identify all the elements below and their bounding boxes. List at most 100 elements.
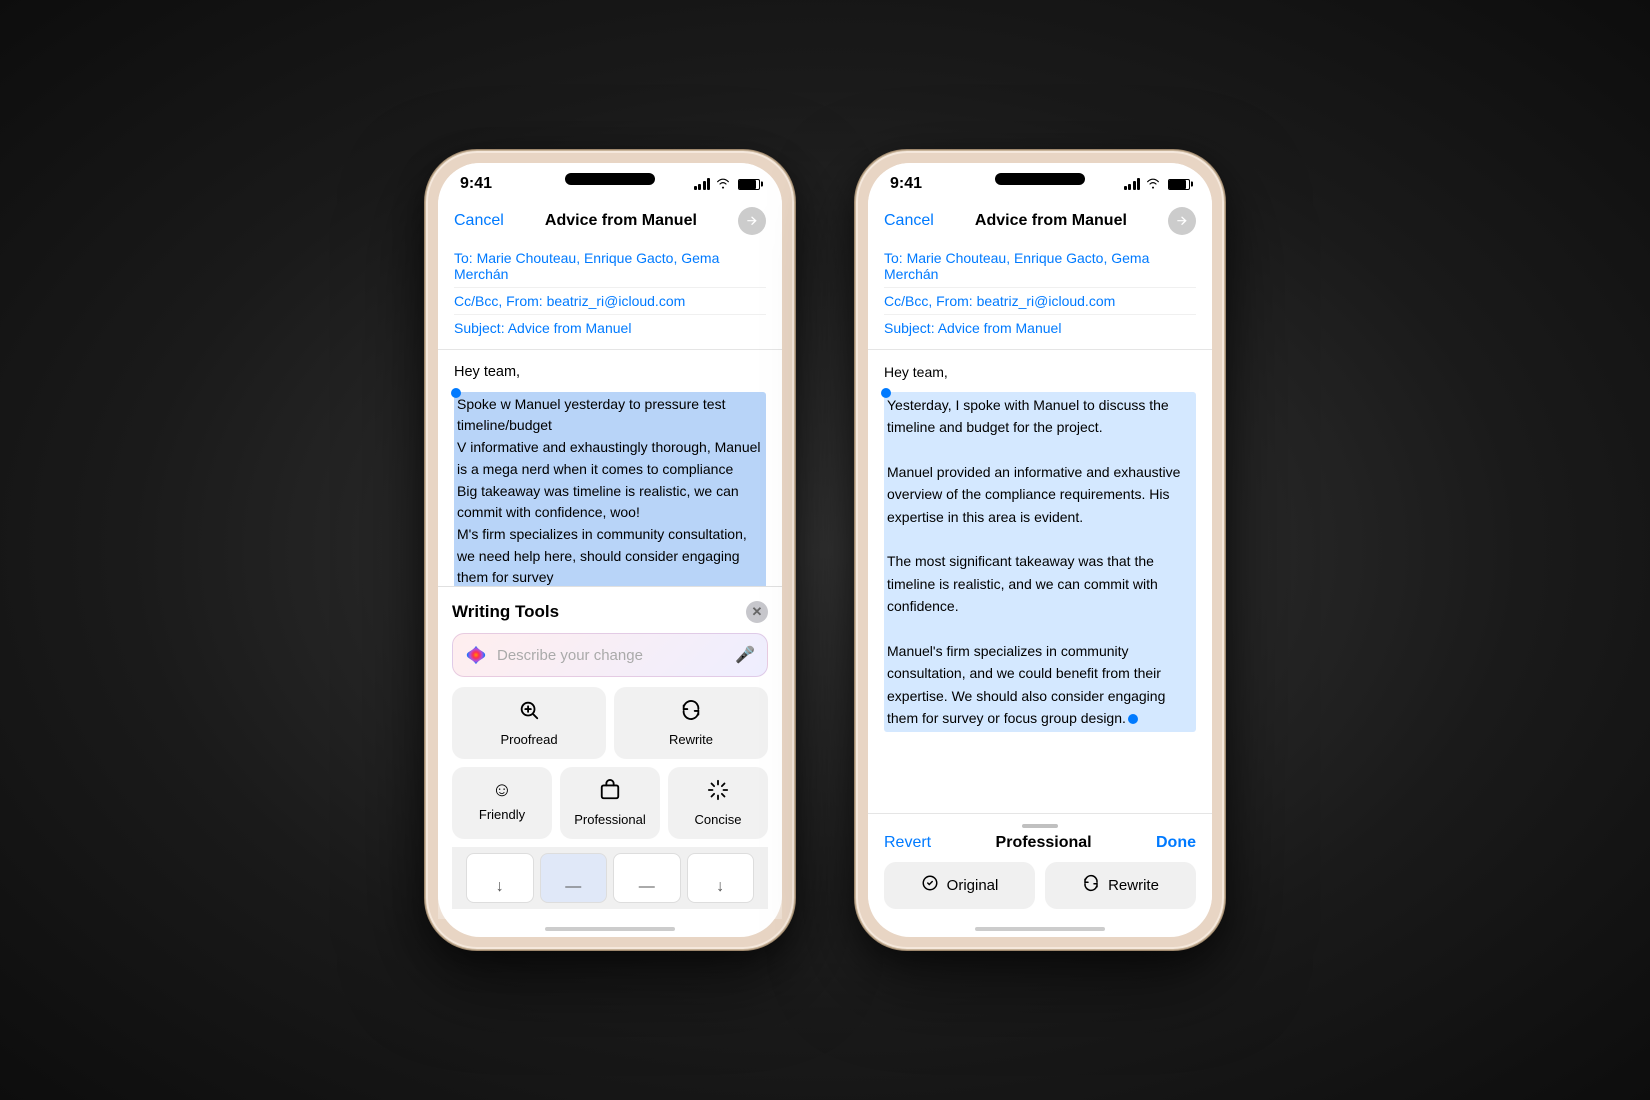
cc-field-1: Cc/Bcc, From: beatriz_ri@icloud.com <box>454 288 766 315</box>
status-icons-2 <box>1124 177 1191 192</box>
mail-title-1: Advice from Manuel <box>545 212 697 230</box>
cancel-button-1[interactable]: Cancel <box>454 212 504 230</box>
original-icon <box>921 874 939 897</box>
rewrite-option-label: Rewrite <box>1108 877 1159 894</box>
subject-value-2[interactable]: Advice from Manuel <box>938 320 1062 336</box>
dynamic-island-2 <box>995 173 1085 185</box>
friendly-label: Friendly <box>479 807 525 822</box>
selection-handle-start-2[interactable] <box>881 388 891 398</box>
subject-label-2: Subject: <box>884 320 935 336</box>
cc-label-1: Cc/Bcc, From: <box>454 293 543 309</box>
cc-value-2: beatriz_ri@icloud.com <box>977 293 1116 309</box>
writing-tools-panel: Writing Tools ✕ <box>438 586 782 919</box>
subject-label-1: Subject: <box>454 320 505 336</box>
battery-icon-1 <box>738 179 760 190</box>
selected-text-1[interactable]: Spoke w Manuel yesterday to pressure tes… <box>454 392 766 586</box>
mail-title-2: Advice from Manuel <box>975 212 1127 230</box>
to-label-1: To: <box>454 250 473 266</box>
status-time-2: 9:41 <box>890 175 922 193</box>
rewritten-text[interactable]: Yesterday, I spoke with Manuel to discus… <box>884 392 1196 732</box>
writing-tools-header: Writing Tools ✕ <box>452 601 768 623</box>
battery-icon-2 <box>1168 179 1190 190</box>
to-recipients-2[interactable]: Marie Chouteau, Enrique Gacto, Gema Merc… <box>884 250 1149 282</box>
revert-button[interactable]: Revert <box>884 834 931 852</box>
status-icons-1 <box>694 177 761 192</box>
mail-header-1: Cancel Advice from Manuel To: Marie Chou… <box>438 199 782 350</box>
thumbnail-1[interactable]: ↓ <box>466 853 534 903</box>
done-button[interactable]: Done <box>1156 834 1196 852</box>
subject-field-1: Subject: Advice from Manuel <box>454 315 766 341</box>
greeting-1: Hey team, <box>454 362 766 384</box>
cc-field-2: Cc/Bcc, From: beatriz_ri@icloud.com <box>884 288 1196 315</box>
home-indicator-2 <box>975 927 1105 931</box>
professional-icon <box>599 779 621 807</box>
mic-icon[interactable]: 🎤 <box>735 645 755 665</box>
original-label: Original <box>947 877 999 894</box>
selected-area-1: Spoke w Manuel yesterday to pressure tes… <box>454 392 766 586</box>
status-time-1: 9:41 <box>460 175 492 193</box>
mail-body-2[interactable]: Hey team, Yesterday, I spoke with Manuel… <box>868 350 1212 813</box>
tools-row-1: Proofread Rewrite <box>452 687 768 759</box>
cc-value-1: beatriz_ri@icloud.com <box>547 293 686 309</box>
friendly-icon: ☺ <box>492 779 512 802</box>
to-field-2: To: Marie Chouteau, Enrique Gacto, Gema … <box>884 245 1196 288</box>
thumbnail-2[interactable]: — <box>540 853 608 903</box>
original-option-button[interactable]: Original <box>884 862 1035 909</box>
to-label-2: To: <box>884 250 903 266</box>
status-bar-2: 9:41 <box>868 163 1212 199</box>
cancel-button-2[interactable]: Cancel <box>884 212 934 230</box>
thumbnail-3[interactable]: — <box>613 853 681 903</box>
dynamic-island-1 <box>565 173 655 185</box>
describe-input-container[interactable]: Describe your change 🎤 <box>452 633 768 677</box>
subject-value-1[interactable]: Advice from Manuel <box>508 320 632 336</box>
phone-1: 9:41 <box>425 150 795 950</box>
professional-label: Professional <box>574 812 646 827</box>
mode-title: Professional <box>996 834 1092 852</box>
wifi-icon-2 <box>1145 177 1161 192</box>
signal-icon-2 <box>1124 178 1141 190</box>
bottom-thumbnails: ↓ — — ↓ <box>452 847 768 909</box>
thumbnail-4[interactable]: ↓ <box>687 853 755 903</box>
rewrite-footer: Revert Professional Done Original <box>868 813 1212 919</box>
mail-nav-1: Cancel Advice from Manuel <box>454 207 766 235</box>
selection-handle-start-1[interactable] <box>451 388 461 398</box>
concise-label: Concise <box>695 812 742 827</box>
greeting-2: Hey team, <box>884 362 1196 384</box>
proofread-button[interactable]: Proofread <box>452 687 606 759</box>
rewrite-icon <box>680 699 702 727</box>
phone-1-screen: 9:41 <box>438 163 782 937</box>
wifi-icon-1 <box>715 177 731 192</box>
to-recipients-1[interactable]: Marie Chouteau, Enrique Gacto, Gema Merc… <box>454 250 719 282</box>
signal-icon-1 <box>694 178 711 190</box>
rewrite-label: Rewrite <box>669 732 713 747</box>
tools-row-2: ☺ Friendly Professional <box>452 767 768 839</box>
rewrite-options: Original Rewrite <box>884 862 1196 909</box>
rewrite-nav: Revert Professional Done <box>884 834 1196 852</box>
cc-label-2: Cc/Bcc, From: <box>884 293 973 309</box>
status-bar-1: 9:41 <box>438 163 782 199</box>
concise-icon <box>707 779 729 807</box>
phone-2-screen: 9:41 <box>868 163 1212 937</box>
friendly-button[interactable]: ☺ Friendly <box>452 767 552 839</box>
rewritten-area: Yesterday, I spoke with Manuel to discus… <box>884 392 1196 732</box>
concise-button[interactable]: Concise <box>668 767 768 839</box>
proofread-label: Proofread <box>500 732 557 747</box>
home-indicator-1 <box>545 927 675 931</box>
rewrite-button[interactable]: Rewrite <box>614 687 768 759</box>
close-writing-tools-button[interactable]: ✕ <box>746 601 768 623</box>
subject-field-2: Subject: Advice from Manuel <box>884 315 1196 341</box>
mail-body-1[interactable]: Hey team, Spoke w Manuel yesterday to pr… <box>438 350 782 586</box>
selection-handle-end-2[interactable] <box>1128 714 1138 724</box>
describe-placeholder[interactable]: Describe your change <box>497 647 725 664</box>
drag-handle <box>1022 824 1058 828</box>
writing-tools-title: Writing Tools <box>452 602 559 622</box>
rewrite-option-icon <box>1082 874 1100 897</box>
phone-2: 9:41 <box>855 150 1225 950</box>
apple-intelligence-icon <box>465 644 487 666</box>
mail-header-2: Cancel Advice from Manuel To: Marie Chou… <box>868 199 1212 350</box>
send-button-1[interactable] <box>738 207 766 235</box>
send-button-2[interactable] <box>1168 207 1196 235</box>
professional-button[interactable]: Professional <box>560 767 660 839</box>
rewrite-option-button[interactable]: Rewrite <box>1045 862 1196 909</box>
proofread-icon <box>518 699 540 727</box>
